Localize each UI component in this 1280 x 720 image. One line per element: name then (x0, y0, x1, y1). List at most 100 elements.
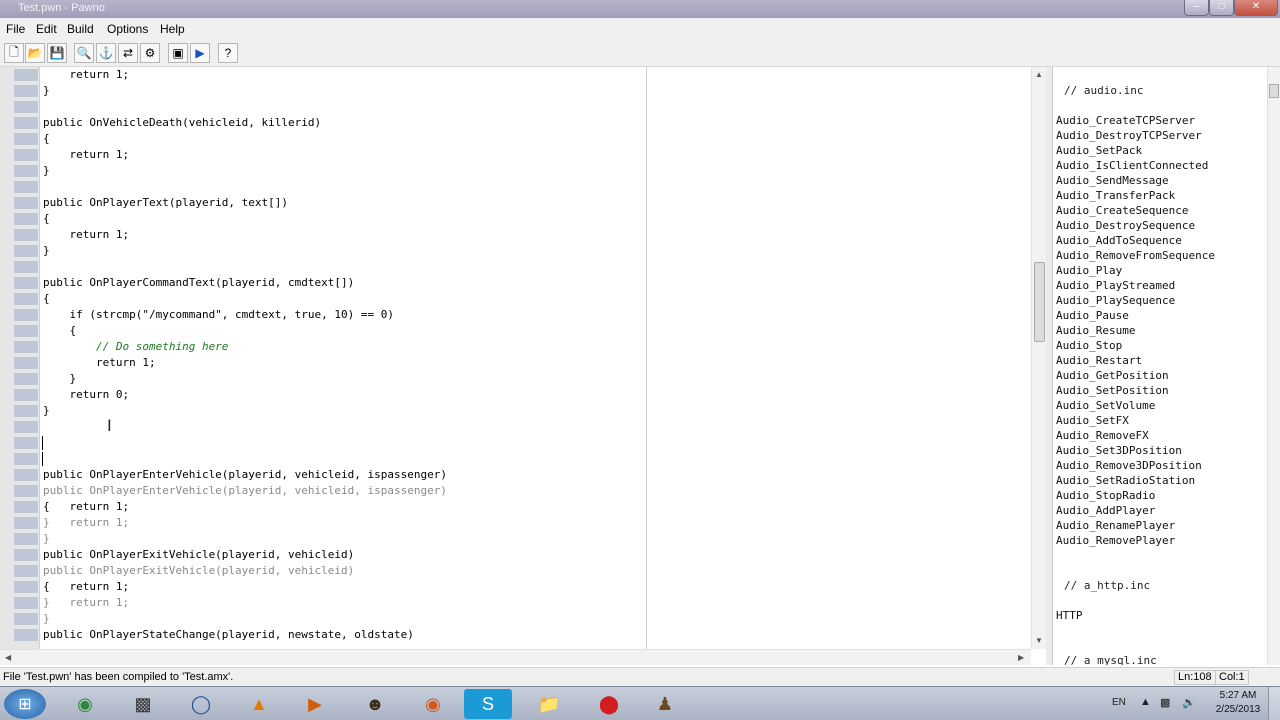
code-line[interactable]: // Do something here (43, 339, 228, 355)
minimize-button[interactable]: – (1184, 0, 1209, 16)
skype-icon[interactable]: S (464, 689, 512, 719)
network-icon[interactable]: ▩ (1160, 696, 1170, 709)
function-list-item[interactable]: Audio_Remove3DPosition (1056, 458, 1202, 473)
code-line[interactable]: public OnPlayerCommandText(playerid, cmd… (43, 275, 354, 291)
maximize-button[interactable]: □ (1209, 0, 1234, 16)
show-desktop-button[interactable] (1268, 687, 1280, 720)
function-list-item[interactable]: Audio_AddPlayer (1056, 503, 1155, 518)
code-line[interactable]: return 1; (43, 67, 129, 83)
language-indicator[interactable]: EN (1112, 697, 1126, 708)
function-list-item[interactable]: Audio_Resume (1056, 323, 1135, 338)
function-list-item[interactable]: Audio_DestroySequence (1056, 218, 1195, 233)
code-line[interactable]: } (43, 403, 50, 419)
code-line[interactable]: { (43, 131, 50, 147)
replace-icon[interactable]: ⇄ (118, 43, 138, 63)
run-icon[interactable]: ▶ (190, 43, 210, 63)
find-next-icon[interactable]: ⚓ (96, 43, 116, 63)
function-list-item[interactable]: Audio_RenamePlayer (1056, 518, 1175, 533)
function-list-item[interactable]: Audio_RemoveFX (1056, 428, 1149, 443)
scroll-down-icon[interactable]: ▼ (1035, 636, 1043, 645)
code-line[interactable]: if (strcmp("/mycommand", cmdtext, true, … (43, 307, 394, 323)
scroll-left-icon[interactable]: ◀ (5, 653, 11, 662)
editor-horizontal-scrollbar[interactable]: ◀ ▶ (0, 649, 1031, 665)
scroll-up-icon[interactable]: ▲ (1035, 70, 1043, 79)
function-list-item[interactable]: Audio_CreateSequence (1056, 203, 1188, 218)
code-line[interactable]: { return 1; (43, 499, 129, 515)
compile-icon[interactable]: ▣ (168, 43, 188, 63)
code-line[interactable]: { (43, 323, 76, 339)
code-line[interactable]: public OnVehicleDeath(vehicleid, killeri… (43, 115, 321, 131)
scroll-right-icon[interactable]: ▶ (1018, 653, 1024, 662)
function-list-item[interactable]: Audio_SetRadioStation (1056, 473, 1195, 488)
code-line[interactable]: public OnPlayerExitVehicle(playerid, veh… (43, 547, 354, 563)
code-line[interactable]: public OnPlayerEnterVehicle(playerid, ve… (43, 483, 447, 499)
find-icon[interactable]: 🔍 (74, 43, 94, 63)
function-list-item[interactable]: Audio_PlaySequence (1056, 293, 1175, 308)
vlc-icon[interactable]: ▲ (234, 689, 284, 719)
function-list-item[interactable]: Audio_Stop (1056, 338, 1122, 353)
game-icon[interactable]: ☻ (350, 689, 400, 719)
settings-icon[interactable]: ⚙ (140, 43, 160, 63)
function-list-item[interactable]: Audio_RemovePlayer (1056, 533, 1175, 548)
code-line[interactable]: return 1; (43, 227, 129, 243)
console-icon[interactable]: ▩ (118, 689, 168, 719)
function-list-item[interactable]: Audio_Pause (1056, 308, 1129, 323)
menu-edit[interactable]: Edit (36, 22, 57, 36)
function-list-item[interactable]: Audio_StopRadio (1056, 488, 1155, 503)
code-line[interactable]: } (43, 371, 76, 387)
code-editor[interactable]: return 1;} public OnVehicleDeath(vehiclei… (0, 67, 1046, 649)
open-file-icon[interactable]: 📂 (25, 43, 45, 63)
firefox-icon[interactable]: ◉ (408, 689, 458, 719)
code-line[interactable]: public OnPlayerExitVehicle(playerid, veh… (43, 563, 354, 579)
function-list-item[interactable]: Audio_TransferPack (1056, 188, 1175, 203)
code-line[interactable]: } (43, 83, 50, 99)
code-line[interactable]: } (43, 163, 50, 179)
code-line[interactable]: public OnPlayerStateChange(playerid, new… (43, 627, 414, 643)
menu-file[interactable]: File (6, 22, 25, 36)
code-line[interactable]: return 1; (43, 355, 156, 371)
menu-build[interactable]: Build (67, 22, 94, 36)
function-list-item[interactable]: HTTP (1056, 608, 1083, 623)
code-line[interactable]: { return 1; (43, 579, 129, 595)
function-list-item[interactable]: Audio_CreateTCPServer (1056, 113, 1195, 128)
function-list-item[interactable]: Audio_SendMessage (1056, 173, 1169, 188)
function-list-scrollbar[interactable] (1267, 67, 1280, 665)
function-list-item[interactable]: Audio_RemoveFromSequence (1056, 248, 1215, 263)
explorer-icon[interactable]: ◉ (60, 689, 110, 719)
volume-icon[interactable]: 🔊 (1182, 696, 1196, 709)
function-list-item[interactable]: Audio_SetPosition (1056, 383, 1169, 398)
editor-vertical-scrollbar[interactable]: ▲ ▼ (1031, 67, 1046, 649)
code-line[interactable]: public OnPlayerEnterVehicle(playerid, ve… (43, 467, 447, 483)
function-list-item[interactable]: Audio_Set3DPosition (1056, 443, 1182, 458)
media-icon[interactable]: ◯ (176, 689, 226, 719)
code-line[interactable]: } (43, 611, 50, 627)
code-line[interactable]: } (43, 243, 50, 259)
player-icon[interactable]: ▶ (290, 689, 340, 719)
tray-arrow-icon[interactable]: ▲ (1140, 696, 1151, 708)
menu-options[interactable]: Options (107, 22, 148, 36)
clock-time[interactable]: 5:27 AM (1216, 690, 1260, 701)
function-list-item[interactable]: Audio_SetPack (1056, 143, 1142, 158)
function-list-item[interactable]: Audio_Play (1056, 263, 1122, 278)
code-area[interactable]: return 1;} public OnVehicleDeath(vehiclei… (43, 67, 1033, 649)
menu-help[interactable]: Help (160, 22, 185, 36)
function-list-item[interactable]: Audio_DestroyTCPServer (1056, 128, 1202, 143)
code-line[interactable]: } (43, 531, 50, 547)
code-line[interactable]: } return 1; (43, 515, 129, 531)
record-icon[interactable]: ⬤ (584, 689, 634, 719)
code-line[interactable]: public OnPlayerText(playerid, text[]) (43, 195, 288, 211)
code-line[interactable]: return 0; (43, 387, 129, 403)
code-line[interactable]: { (43, 211, 50, 227)
help-icon[interactable]: ? (218, 43, 238, 63)
function-list-item[interactable]: Audio_Restart (1056, 353, 1142, 368)
start-button[interactable]: ⊞ (4, 689, 46, 719)
function-list-item[interactable]: Audio_GetPosition (1056, 368, 1169, 383)
chess-icon[interactable]: ♟ (640, 689, 690, 719)
function-list-item[interactable]: Audio_SetFX (1056, 413, 1129, 428)
close-button[interactable]: ✕ (1234, 0, 1278, 16)
code-line[interactable]: { (43, 291, 50, 307)
folder-icon[interactable]: 📁 (524, 689, 574, 719)
function-list-item[interactable]: Audio_PlayStreamed (1056, 278, 1175, 293)
code-line[interactable]: return 1; (43, 147, 129, 163)
new-file-icon[interactable]: 🗋 (4, 43, 24, 63)
